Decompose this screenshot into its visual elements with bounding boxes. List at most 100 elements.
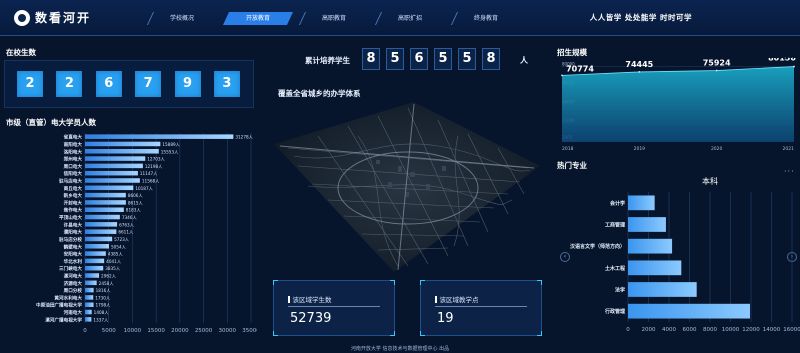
data-label: 1337人: [93, 317, 109, 322]
tab-open-education[interactable]: 开放教育: [222, 12, 294, 25]
x-tick-label: 0: [626, 327, 630, 333]
cumulative-digit: 5: [386, 48, 404, 70]
bar: [628, 303, 750, 319]
enrollment-chart: 2000200004000060000800007077474445759248…: [561, 58, 796, 152]
data-label: 8183人: [126, 208, 142, 213]
enrolled-digit: 3: [213, 71, 240, 97]
x-tick-label: 30000: [219, 328, 237, 334]
bar: [85, 258, 105, 264]
city-students-chart: 0 5000 10000 15000 20000 25000 30000 35000 省直电大 3…: [36, 133, 257, 334]
category-label: 周口分校: [64, 287, 83, 294]
bar: [85, 280, 97, 286]
bar: [85, 302, 94, 307]
data-label: 6763人: [119, 222, 135, 227]
data-label: 2962人: [101, 274, 117, 279]
tab-vocational-expansion[interactable]: 高职扩招: [374, 12, 446, 25]
data-label: 1798人: [96, 303, 112, 308]
category-label: 济源电大: [64, 280, 83, 287]
x-tick-label: 0: [83, 328, 87, 334]
category-label: 会计学: [609, 200, 625, 207]
footer-credit: 河南开放大学 信息技术与数据管理中心 出品: [350, 346, 450, 352]
category-label: 漯河广播电视大学: [45, 316, 82, 323]
cumulative-label: 累计培养学生: [305, 56, 350, 65]
tab-school-overview[interactable]: 学校概况: [146, 12, 218, 25]
data-point: [638, 71, 641, 73]
bar: [85, 192, 126, 198]
category-label: 黄河水利电大: [54, 294, 82, 301]
logo-icon: [14, 9, 30, 26]
tab-vocational-education[interactable]: 高职教育: [298, 12, 370, 25]
category-label: 省直电大: [63, 134, 83, 141]
x-tick-label: 2020: [711, 146, 723, 152]
popular-majors-title: 热门专业: [557, 161, 587, 170]
x-tick-label: 5000: [102, 328, 116, 334]
bar: [85, 273, 100, 278]
data-point: [715, 69, 718, 72]
category-label: 平顶山电大: [59, 214, 82, 221]
category-label: 行政管理: [604, 308, 625, 315]
data-label: 75924: [703, 59, 731, 68]
category-label: 周口电大: [64, 163, 83, 170]
data-label: 15889人: [162, 142, 180, 147]
tab-lifelong-education[interactable]: 终身教育: [450, 12, 522, 25]
category-label: 工商管理: [605, 222, 625, 229]
stat-value: 19: [437, 311, 454, 326]
enrolled-digits: 2 2 6 7 9 3: [17, 71, 253, 97]
data-label: 1408人: [94, 310, 110, 315]
area-fill: [562, 66, 794, 142]
category-label: 河南电大: [63, 309, 83, 316]
category-label: 驻马店电大: [59, 178, 82, 185]
data-label: 11568人: [142, 179, 160, 184]
enrolled-digit: 2: [17, 71, 43, 97]
category-label: 许昌电大: [64, 221, 83, 228]
data-label: 8606人: [128, 193, 144, 198]
x-tick-label: 20000: [171, 328, 189, 334]
bar: [85, 309, 92, 315]
bar: [85, 134, 234, 139]
bar: [85, 149, 159, 154]
city-map[interactable]: [258, 96, 546, 274]
bar: [85, 229, 117, 234]
bar: [85, 185, 134, 191]
data-label: 31278人: [235, 135, 253, 140]
category-label: 华北水利: [64, 258, 83, 265]
bar: [85, 156, 146, 161]
stat-label: 该区域教学点: [435, 294, 479, 304]
data-label: 15553人: [161, 149, 179, 154]
enrolled-digit: 2: [56, 71, 83, 97]
category-label: 鹤壁电大: [64, 243, 83, 250]
cumulative-digits: 8 5 6 5 5 8: [362, 48, 506, 70]
category-label: 土木工程: [605, 265, 625, 272]
category-label: 汉语言文学（师范方向）: [570, 243, 625, 250]
category-label: 中原油田广播电视大学: [36, 302, 82, 309]
popular-majors-chart: 本科 0 2000 4000 6000 8000 10000 12000 14000 16000 会…: [570, 176, 800, 333]
bar: [628, 217, 666, 232]
data-label: 11147人: [140, 171, 158, 176]
cumulative-digit: 5: [458, 48, 476, 70]
category-label: 驻马店分校: [59, 236, 82, 243]
data-label: 2458人: [99, 281, 115, 286]
bar: [85, 207, 124, 212]
bar: [85, 170, 138, 176]
cumulative-unit: 人: [520, 56, 528, 65]
bar: [85, 163, 143, 169]
top-header: 数看河开 学校概况 开放教育 高职教育 高职扩招 终身教育 人人皆学 处处能学 …: [0, 0, 800, 36]
data-label: 5723人: [114, 237, 130, 242]
enrolled-digit: 9: [174, 71, 201, 97]
category-label: 濮阳电大: [64, 229, 83, 236]
enrollment-title: 招生规模: [557, 48, 587, 57]
category-label: 商丘电大: [64, 185, 83, 192]
data-label: 6611人: [118, 230, 134, 235]
stat-value: 52739: [290, 311, 332, 326]
x-tick-label: 10000: [124, 328, 142, 334]
category-label: 漯河电大: [64, 273, 83, 280]
stat-card-students: 该区域学生数 52739: [273, 280, 395, 336]
data-label: 1816人: [96, 288, 112, 293]
x-tick-label: 15000: [147, 328, 165, 334]
stat-label: 该区域学生数: [288, 294, 332, 304]
data-point: [561, 74, 563, 77]
cumulative-digit: 5: [434, 48, 452, 70]
category-label: 洛阳电大: [64, 148, 83, 155]
data-label: 12198人: [145, 164, 163, 169]
bar: [628, 238, 673, 254]
